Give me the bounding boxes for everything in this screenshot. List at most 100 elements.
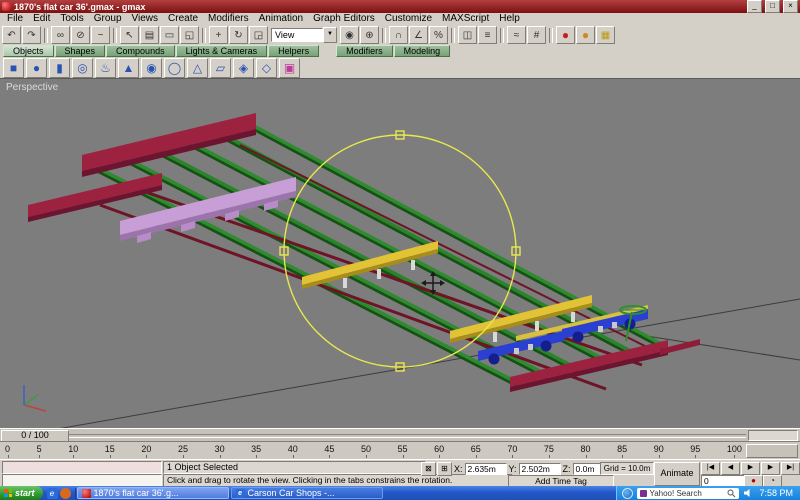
tab[interactable]: Helpers bbox=[268, 45, 320, 57]
animate-button[interactable]: Animate bbox=[654, 462, 700, 486]
primitive-icon[interactable]: ◯ bbox=[164, 57, 185, 78]
toolbar-icon[interactable]: ≈ bbox=[507, 26, 526, 44]
toolbar-icon[interactable]: + bbox=[209, 26, 228, 44]
transport-button[interactable]: |◀ bbox=[701, 462, 720, 475]
menu-item[interactable]: Modifiers bbox=[203, 13, 254, 25]
track-bar-end-cap[interactable] bbox=[746, 444, 798, 458]
transport-button[interactable]: ▶ bbox=[741, 462, 760, 475]
menu-item[interactable]: Group bbox=[89, 13, 127, 25]
menu-item[interactable]: Create bbox=[163, 13, 203, 25]
viewport-label[interactable]: Perspective bbox=[6, 82, 58, 93]
coordinate-system-value[interactable]: View bbox=[271, 28, 323, 42]
toolbar-icon[interactable]: ↖ bbox=[120, 26, 139, 44]
menu-item[interactable]: MAXScript bbox=[437, 13, 494, 25]
toolbar-icon[interactable]: ∠ bbox=[409, 26, 428, 44]
quick-launch-ie-icon[interactable]: e bbox=[46, 487, 58, 499]
toolbar-icon[interactable]: ≡ bbox=[478, 26, 497, 44]
toolbar-icon[interactable] bbox=[549, 27, 553, 43]
tab[interactable]: Compounds bbox=[106, 45, 175, 57]
toolbar-icon[interactable]: ▤ bbox=[140, 26, 159, 44]
toolbar-icon[interactable]: ⊕ bbox=[360, 26, 379, 44]
toolbar-icon[interactable]: # bbox=[527, 26, 546, 44]
chevron-down-icon[interactable]: ▼ bbox=[323, 27, 337, 43]
yahoo-search-box[interactable]: Yahoo! Search bbox=[637, 487, 740, 499]
task-button[interactable]: 1870's flat car 36'.g... bbox=[76, 487, 229, 499]
toolbar-icon[interactable]: ⊘ bbox=[71, 26, 90, 44]
menu-item[interactable]: Edit bbox=[28, 13, 55, 25]
toolbar-icon[interactable]: ▦ bbox=[596, 26, 615, 44]
search-text[interactable]: Yahoo! Search bbox=[649, 489, 725, 498]
toolbar-icon[interactable] bbox=[113, 27, 117, 43]
menu-item[interactable]: Customize bbox=[380, 13, 437, 25]
primitive-icon[interactable]: ▱ bbox=[210, 57, 231, 78]
selection-lock-icon[interactable]: ⊠ bbox=[421, 462, 436, 476]
toolbar-icon[interactable]: ◫ bbox=[458, 26, 477, 44]
primitive-icon[interactable]: ◈ bbox=[233, 57, 254, 78]
toolbar-icon[interactable]: ~ bbox=[91, 26, 110, 44]
start-label: start bbox=[15, 488, 35, 498]
tab[interactable]: Modeling bbox=[393, 45, 451, 57]
toolbar-icon[interactable] bbox=[500, 27, 504, 43]
toolbar-icon[interactable]: ∩ bbox=[389, 26, 408, 44]
primitive-icon[interactable]: ▲ bbox=[118, 57, 139, 78]
time-slider[interactable]: 0 / 100 bbox=[0, 428, 800, 442]
minimize-button[interactable]: _ bbox=[747, 0, 762, 13]
menu-item[interactable]: Animation bbox=[254, 13, 308, 25]
quick-launch-icon[interactable] bbox=[59, 487, 71, 499]
toolbar-icon[interactable]: ● bbox=[556, 26, 575, 44]
primitive-icon[interactable]: ♨ bbox=[95, 57, 116, 78]
toolbar-icon[interactable] bbox=[382, 27, 386, 43]
primitive-icon[interactable]: ■ bbox=[3, 57, 24, 78]
y-coordinate-field[interactable]: 2.502m bbox=[518, 463, 561, 475]
stringers[interactable] bbox=[90, 122, 665, 389]
primitive-icon[interactable]: ◇ bbox=[256, 57, 277, 78]
toolbar-icon[interactable]: ↶ bbox=[2, 26, 21, 44]
toolbar-icon[interactable] bbox=[44, 27, 48, 43]
toolbar-icon[interactable]: % bbox=[429, 26, 448, 44]
toolbar-icon[interactable] bbox=[202, 27, 206, 43]
volume-icon[interactable] bbox=[743, 488, 753, 498]
title-bar[interactable]: 1870's flat car 36'.gmax - gmax _ □ × bbox=[0, 0, 800, 13]
menu-item[interactable]: File bbox=[2, 13, 28, 25]
track-bar[interactable]: 0 5 10 15 20 25 30 35 40 45 50 55 60 65 70 75 80 85 90 95 10… bbox=[0, 441, 800, 459]
maximize-button[interactable]: □ bbox=[765, 0, 780, 13]
primitive-icon[interactable]: ● bbox=[26, 57, 47, 78]
transport-button[interactable]: ▶| bbox=[781, 462, 800, 475]
toolbar-icon[interactable]: ↷ bbox=[22, 26, 41, 44]
toolbar-icon[interactable]: ◲ bbox=[249, 26, 268, 44]
reference-coordinate-dropdown[interactable]: View ▼ bbox=[271, 27, 337, 43]
menu-item[interactable]: Tools bbox=[55, 13, 88, 25]
absolute-offset-icon[interactable]: ⊞ bbox=[437, 462, 452, 476]
maxscript-mini-listener-macro[interactable] bbox=[2, 461, 162, 474]
tab[interactable]: Lights & Cameras bbox=[175, 45, 268, 57]
tab[interactable]: Modifiers bbox=[336, 45, 393, 57]
hp-tray-icon[interactable] bbox=[622, 487, 634, 499]
toolbar-icon[interactable]: ◱ bbox=[180, 26, 199, 44]
primitive-icon[interactable]: ◉ bbox=[141, 57, 162, 78]
primitive-icon[interactable]: ◎ bbox=[72, 57, 93, 78]
close-button[interactable]: × bbox=[783, 0, 798, 13]
menu-item[interactable]: Help bbox=[494, 13, 525, 25]
menu-item[interactable]: Views bbox=[127, 13, 164, 25]
toolbar-icon[interactable]: ◉ bbox=[340, 26, 359, 44]
menu-item[interactable]: Graph Editors bbox=[308, 13, 380, 25]
toolbar-icon[interactable]: ↻ bbox=[229, 26, 248, 44]
transport-button[interactable]: ◀ bbox=[721, 462, 740, 475]
viewport-canvas[interactable] bbox=[0, 79, 800, 440]
tab[interactable]: Objects bbox=[3, 45, 54, 57]
toolbar-icon[interactable]: ▭ bbox=[160, 26, 179, 44]
start-button[interactable]: start bbox=[0, 486, 43, 500]
toolbar-icon[interactable] bbox=[451, 27, 455, 43]
flat-car-model[interactable] bbox=[28, 113, 700, 392]
viewport-perspective[interactable]: Perspective bbox=[0, 78, 800, 440]
time-slider-groove[interactable] bbox=[2, 434, 746, 438]
x-coordinate-field[interactable]: 2.635m bbox=[464, 463, 507, 475]
primitive-icon[interactable]: ▣ bbox=[279, 57, 300, 78]
task-button[interactable]: e Carson Car Shops -... bbox=[230, 487, 383, 499]
transport-button[interactable]: ▶ bbox=[761, 462, 780, 475]
toolbar-icon[interactable]: ● bbox=[576, 26, 595, 44]
primitive-icon[interactable]: △ bbox=[187, 57, 208, 78]
toolbar-icon[interactable]: ∞ bbox=[51, 26, 70, 44]
primitive-icon[interactable]: ▮ bbox=[49, 57, 70, 78]
tab[interactable]: Shapes bbox=[54, 45, 106, 57]
